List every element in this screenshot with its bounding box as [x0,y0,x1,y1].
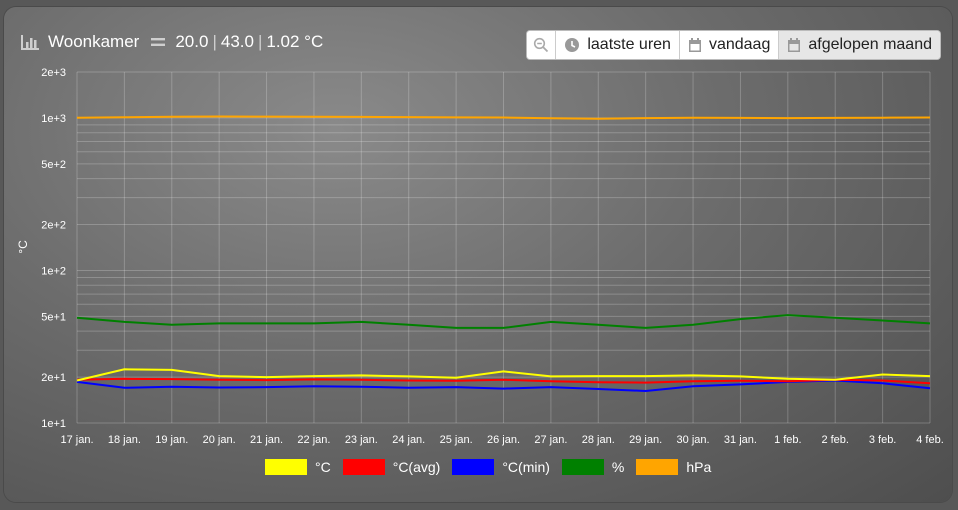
x-tick-label: 2 feb. [821,434,849,446]
legend-item-temp-avg[interactable]: °C(avg) [342,459,441,475]
x-tick-label: 24 jan. [392,434,425,446]
legend-item-pressure[interactable]: hPa [636,459,711,475]
x-tick-label: 3 feb. [869,434,897,446]
legend-item-humidity[interactable]: % [561,459,625,475]
y-tick-label: 5e+1 [41,311,66,323]
line-chart: 2e+3 1e+3 5e+2 2e+2 1e+2 5e+1 2e+1 1e+1 17 jan.… [16,67,944,446]
legend-swatch [561,459,604,475]
x-tick-label: 4 feb. [916,434,944,446]
x-tick-label: 31 jan. [724,434,757,446]
y-tick-label: 2e+1 [41,372,66,384]
y-tick-label: 2e+3 [41,67,66,79]
y-tick-label: 2e+2 [41,220,66,232]
legend-swatch [342,459,385,475]
legend-label: % [611,459,625,475]
x-tick-label: 22 jan. [297,434,330,446]
legend-swatch [636,459,679,475]
x-tick-label: 21 jan. [250,434,283,446]
y-axis: 2e+3 1e+3 5e+2 2e+2 1e+2 5e+1 2e+1 1e+1 [41,67,66,430]
legend-label: °C(min) [502,459,550,475]
grid [76,71,931,424]
legend-swatch [265,459,307,475]
legend: °C °C(avg) °C(min)% hPa [265,459,723,475]
y-tick-label: 1e+3 [41,113,66,125]
y-tick-label: 1e+1 [41,418,66,430]
x-tick-label: 29 jan. [629,434,662,446]
legend-label: °C [315,459,331,475]
legend-label: hPa [686,459,712,475]
x-tick-label: 20 jan. [203,434,236,446]
y-axis-label: °C [16,240,30,254]
x-tick-label: 19 jan. [155,434,188,446]
x-tick-label: 25 jan. [440,434,473,446]
legend-swatch [452,459,495,475]
x-tick-label: 18 jan. [108,434,141,446]
x-tick-label: 30 jan. [677,434,710,446]
legend-item-temp[interactable]: °C [265,459,331,475]
x-tick-label: 1 feb. [774,434,802,446]
legend-item-temp-min[interactable]: °C(min) [452,459,550,475]
x-tick-label: 27 jan. [534,434,567,446]
x-axis: 17 jan. 18 jan. 19 jan. 20 jan. 21 jan. 22 ja… [60,434,943,446]
y-tick-label: 1e+2 [41,265,66,277]
legend-label: °C(avg) [392,459,441,475]
x-tick-label: 17 jan. [60,434,93,446]
y-tick-label: 5e+2 [41,159,66,171]
x-tick-label: 23 jan. [345,434,378,446]
x-tick-label: 28 jan. [582,434,615,446]
x-tick-label: 26 jan. [487,434,520,446]
